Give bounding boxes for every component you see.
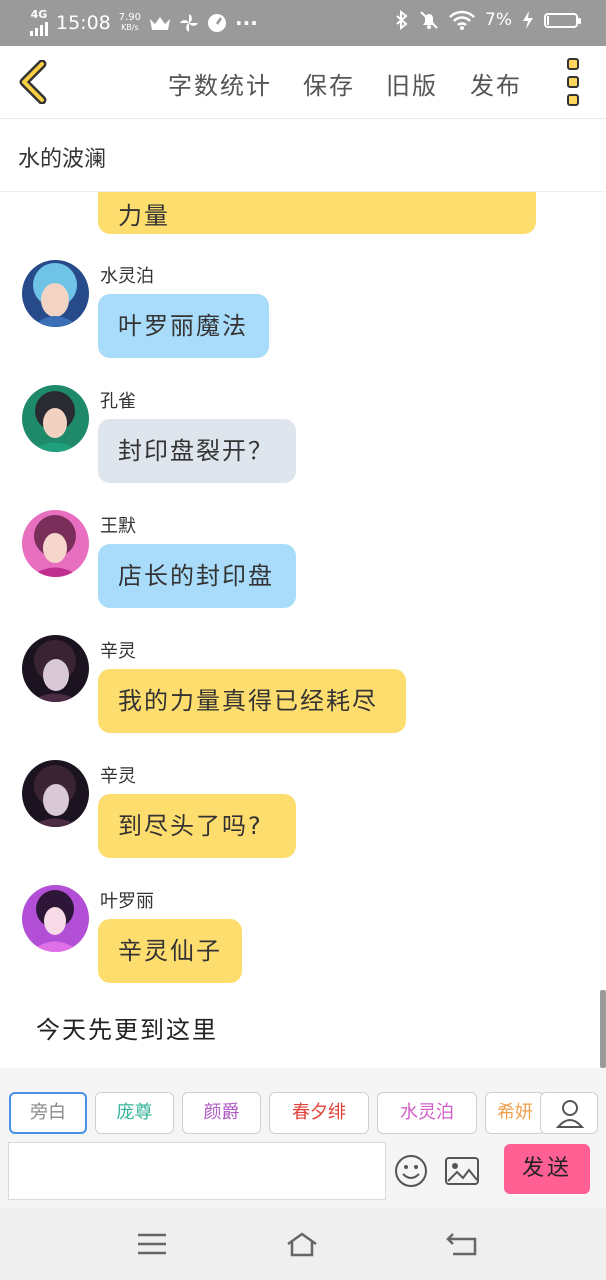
scrollbar[interactable] (600, 990, 606, 1068)
message-bubble[interactable]: 店长的封印盘 (98, 544, 296, 608)
bluetooth-icon (396, 10, 408, 30)
more-dot-icon (567, 94, 579, 106)
battery-icon (544, 12, 581, 28)
more-dot-icon (567, 76, 579, 88)
avatar-icon (22, 260, 89, 327)
narration-text[interactable]: 今天先更到这里 (36, 1010, 218, 1045)
signal-icon (30, 20, 48, 36)
status-bar: 4G 15:08 7.90 KB/s ··· 7% (0, 0, 606, 46)
avatar-icon (22, 885, 89, 952)
sender-name: 孔雀 (100, 391, 136, 412)
net-speed: 7.90 KB/s (118, 12, 142, 33)
sender-name: 叶罗丽 (100, 891, 154, 912)
message-bubble[interactable]: 我的力量真得已经耗尽 (98, 669, 406, 733)
role-chip[interactable]: 庞尊 (95, 1092, 174, 1134)
avatar-icon (22, 385, 89, 452)
message-bubble[interactable]: 辛灵仙子 (98, 919, 242, 983)
avatar[interactable] (22, 760, 89, 827)
network-type: 4G (30, 8, 48, 21)
story-title-bar[interactable]: 水的波澜 (0, 119, 606, 192)
avatar-icon (22, 760, 89, 827)
gauge-icon (208, 14, 227, 32)
avatar[interactable] (22, 885, 89, 952)
emoji-icon[interactable] (394, 1154, 428, 1188)
image-icon[interactable] (444, 1156, 480, 1186)
story-title: 水的波澜 (18, 147, 107, 172)
more-dot-icon (567, 58, 579, 70)
sender-name: 辛灵 (100, 766, 136, 787)
save-button[interactable]: 保存 (303, 66, 355, 101)
old-version-button[interactable]: 旧版 (386, 66, 438, 101)
sender-name: 水灵泊 (100, 266, 154, 287)
clock: 15:08 (56, 12, 111, 34)
editor-toolbar: 字数统计 保存 旧版 发布 (0, 46, 606, 119)
message-bubble[interactable]: 力量 (98, 192, 536, 234)
message-input[interactable] (8, 1142, 386, 1200)
sender-name: 辛灵 (100, 641, 136, 662)
person-icon (555, 1100, 585, 1128)
wifi-icon (449, 10, 475, 30)
back-arrow-icon[interactable] (14, 60, 54, 104)
more-menu-button[interactable] (560, 58, 586, 106)
chat-area[interactable]: 力量 水灵泊 叶罗丽魔法 孔雀 封印盘裂开？ 王默 店长的封印盘 辛灵 我的力量… (0, 192, 606, 1068)
avatar-icon (22, 635, 89, 702)
role-chip[interactable]: 春夕绯 (269, 1092, 369, 1134)
charging-icon (523, 11, 533, 29)
avatar[interactable] (22, 385, 89, 452)
role-chip[interactable]: 颜爵 (182, 1092, 261, 1134)
battery-level (547, 15, 549, 25)
avatar[interactable] (22, 510, 89, 577)
avatar[interactable] (22, 635, 89, 702)
system-nav-bar (0, 1208, 606, 1280)
mute-bell-icon (420, 11, 438, 29)
role-chip-narrator[interactable]: 旁白 (9, 1092, 87, 1134)
avatar-icon (22, 510, 89, 577)
battery-percent: 7% (485, 10, 512, 30)
crown-icon (150, 17, 171, 30)
send-button[interactable]: 发送 (504, 1144, 590, 1194)
back-nav-icon[interactable] (445, 1230, 479, 1258)
role-chip[interactable]: 水灵泊 (377, 1092, 477, 1134)
message-bubble[interactable]: 封印盘裂开？ (98, 419, 296, 483)
network-indicator: 4G (30, 8, 48, 36)
message-bubble[interactable]: 叶罗丽魔法 (98, 294, 269, 358)
add-character-button[interactable] (540, 1092, 598, 1134)
message-bubble[interactable]: 到尽头了吗? (98, 794, 296, 858)
home-icon[interactable] (285, 1230, 319, 1258)
avatar[interactable] (22, 260, 89, 327)
role-chip[interactable]: 希妍 (485, 1092, 545, 1134)
pinwheel-icon (180, 14, 199, 32)
word-count-button[interactable]: 字数统计 (168, 66, 272, 101)
publish-button[interactable]: 发布 (470, 66, 522, 101)
compose-panel: 旁白 庞尊 颜爵 春夕绯 水灵泊 希妍 发送 (0, 1068, 606, 1208)
more-notifications: ··· (235, 11, 258, 35)
menu-icon[interactable] (135, 1230, 169, 1258)
sender-name: 王默 (100, 516, 136, 537)
